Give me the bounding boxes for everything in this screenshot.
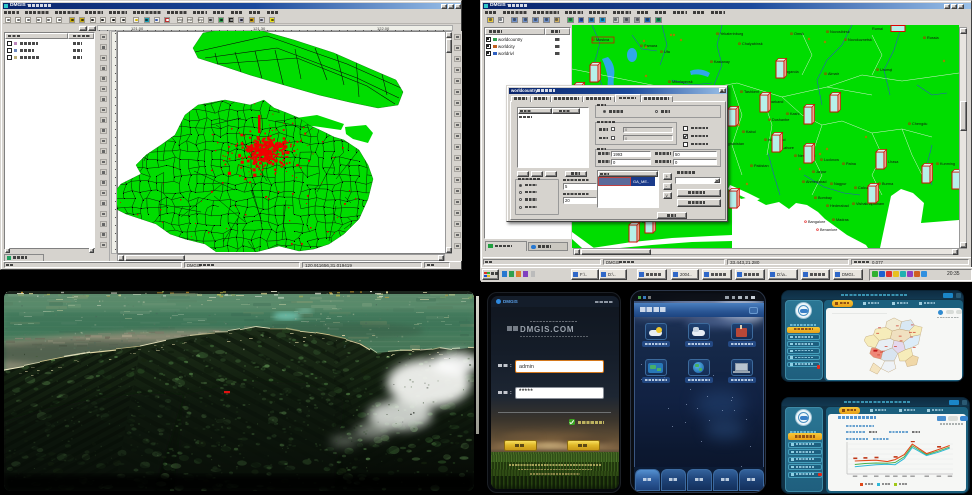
svg-text:Urumqi: Urumqi [880,68,892,72]
svg-text:Lahore: Lahore [782,146,794,150]
svg-text:Chalyabinsk: Chalyabinsk [742,42,763,46]
svg-text:Burma: Burma [882,182,894,186]
svg-text:Benanlore: Benanlore [820,228,837,232]
svg-text:Ufa: Ufa [664,50,671,54]
svg-text:Rumai: Rumai [872,27,883,31]
svg-text:Russia: Russia [927,36,939,40]
svg-text:Mikolayevsk: Mikolayevsk [672,80,693,84]
svg-text:Moskva: Moskva [596,38,610,42]
svg-text:Novokuznetsk: Novokuznetsk [848,38,872,42]
svg-text:Yekaterinburg: Yekaterinburg [720,32,743,36]
svg-text:Madras: Madras [836,218,849,222]
svg-text:Lhasa: Lhasa [888,160,899,164]
svg-text:Kashi: Kashi [790,112,800,116]
svg-text:Kunming: Kunming [940,162,955,166]
svg-text:Patna: Patna [846,162,857,166]
svg-text:Omsk: Omsk [794,32,804,36]
svg-text:Novosibirsk: Novosibirsk [830,30,850,34]
svg-text:Bangalore: Bangalore [808,220,825,224]
svg-text:Bombay: Bombay [818,196,832,200]
svg-text:Nagpur: Nagpur [834,182,847,186]
svg-text:Dushanbe: Dushanbe [772,118,789,122]
svg-text:Jaipur: Jaipur [816,170,827,174]
svg-text:Kabul: Kabul [746,130,756,134]
svg-text:Pakistan: Pakistan [754,164,769,168]
svg-text:Kastanay: Kastanay [714,60,730,64]
svg-text:Hederabad: Hederabad [830,204,849,208]
svg-text:Tashkent: Tashkent [744,90,760,94]
svg-text:Ahmedabad: Ahmedabad [806,180,826,184]
svg-text:Chengdu: Chengdu [912,122,927,126]
svg-text:Almatr: Almatr [828,72,840,76]
svg-text:Lucknow: Lucknow [824,158,839,162]
